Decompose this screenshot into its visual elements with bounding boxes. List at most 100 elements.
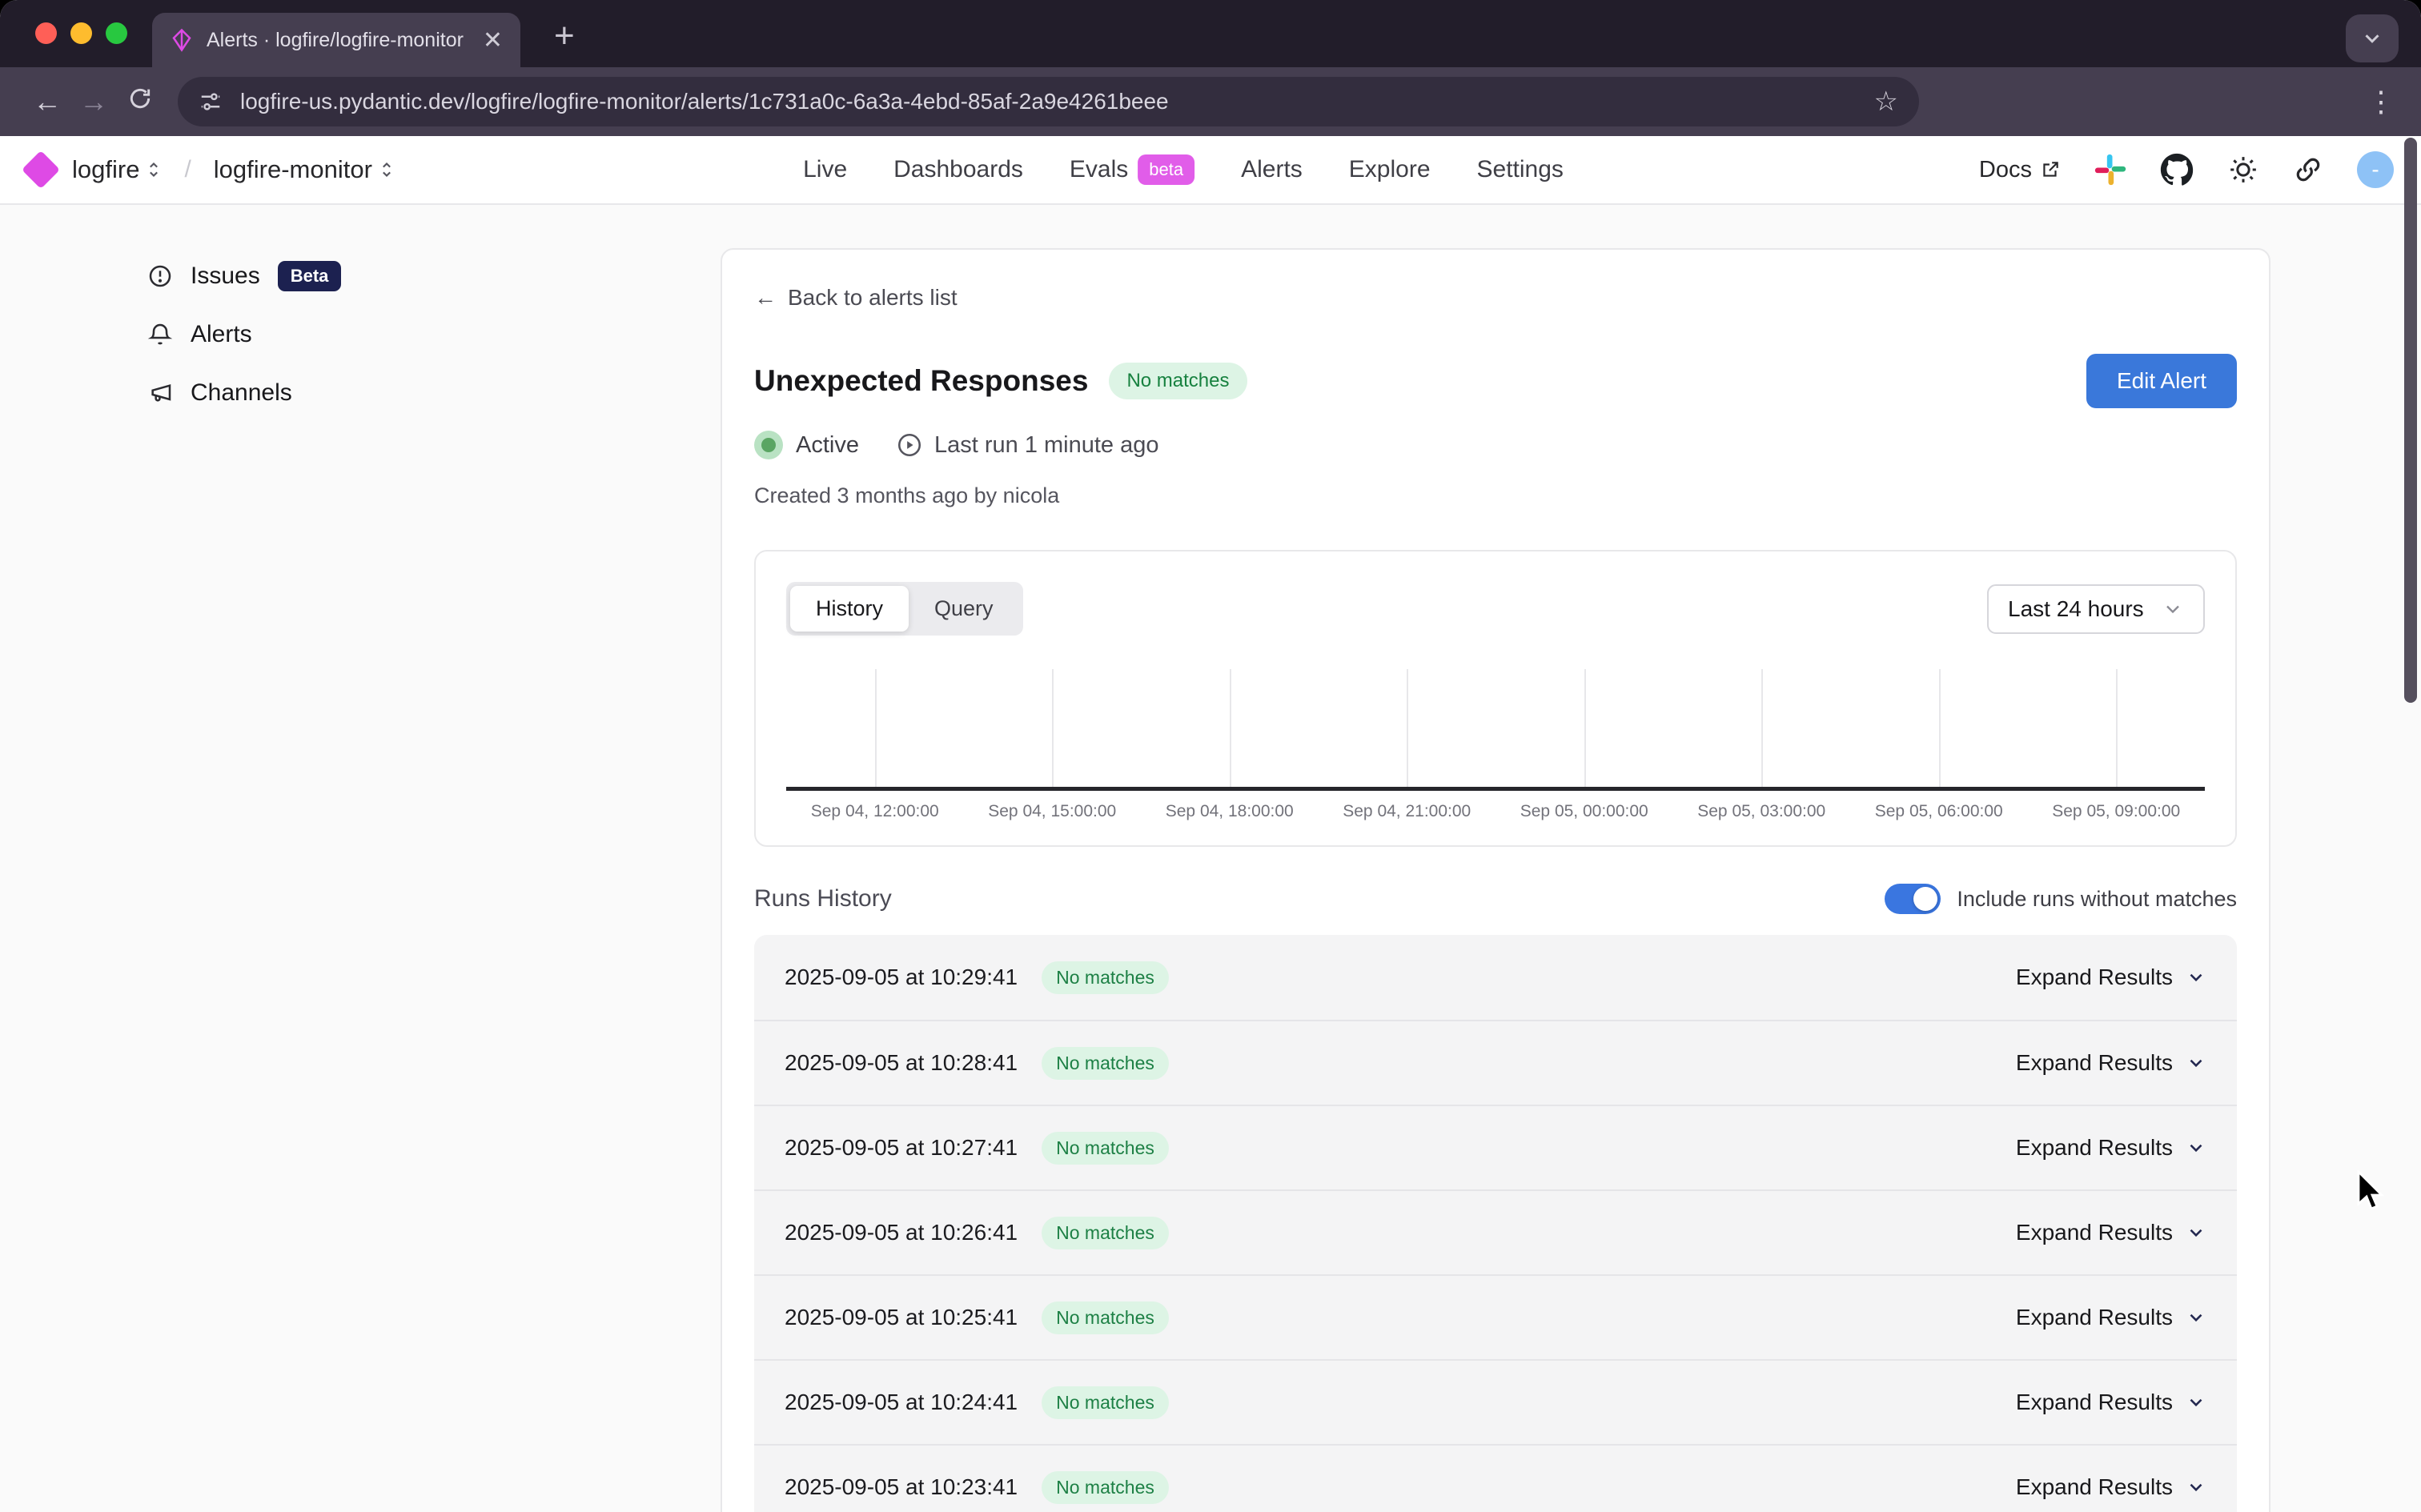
browser-tab[interactable]: Alerts · logfire/logfire-monitor ✕	[152, 13, 520, 67]
sidebar-item-issues[interactable]: Issues Beta	[147, 247, 721, 305]
mouse-cursor	[2355, 1170, 2387, 1215]
org-selector[interactable]: logfire	[72, 155, 162, 184]
theme-toggle-sun-icon[interactable]	[2227, 154, 2259, 186]
time-range-dropdown[interactable]: Last 24 hours	[1987, 584, 2205, 634]
expand-results-button[interactable]: Expand Results	[2016, 965, 2206, 990]
url-bar[interactable]: logfire-us.pydantic.dev/logfire/logfire-…	[178, 77, 1919, 126]
expand-results-button[interactable]: Expand Results	[2016, 1305, 2206, 1330]
github-icon[interactable]	[2160, 153, 2194, 186]
expand-results-button[interactable]: Expand Results	[2016, 1050, 2206, 1076]
gridline	[875, 669, 877, 787]
user-avatar[interactable]: -	[2357, 151, 2394, 188]
no-matches-badge: No matches	[1109, 363, 1247, 399]
nav-link-alerts[interactable]: Alerts	[1241, 156, 1303, 183]
runs-list: 2025-09-05 at 10:29:41 No matches Expand…	[754, 935, 2237, 1512]
run-no-matches-badge: No matches	[1042, 1217, 1169, 1249]
forward-button[interactable]: →	[70, 85, 117, 118]
zoom-window-button[interactable]	[106, 22, 127, 44]
run-timestamp: 2025-09-05 at 10:23:41	[785, 1474, 1018, 1500]
run-no-matches-badge: No matches	[1042, 1047, 1169, 1080]
run-row[interactable]: 2025-09-05 at 10:26:41 No matches Expand…	[754, 1189, 2237, 1274]
chart-tick	[786, 664, 964, 787]
expand-results-button[interactable]: Expand Results	[2016, 1474, 2206, 1500]
nav-link-evals-label: Evals	[1070, 156, 1128, 183]
gridline	[1052, 669, 1054, 787]
nav-link-dashboards[interactable]: Dashboards	[893, 156, 1023, 183]
axis-tick-label: Sep 05, 00:00:00	[1496, 802, 1673, 821]
close-window-button[interactable]	[35, 22, 57, 44]
project-selector[interactable]: logfire-monitor	[214, 155, 395, 184]
reload-icon	[127, 86, 153, 111]
bell-icon	[147, 322, 173, 347]
bookmark-star-icon[interactable]: ☆	[1874, 86, 1898, 118]
org-name: logfire	[72, 155, 139, 184]
created-by: Created 3 months ago by nicola	[754, 483, 2237, 508]
expand-results-label: Expand Results	[2016, 1220, 2173, 1245]
expand-results-label: Expand Results	[2016, 1050, 2173, 1076]
run-row[interactable]: 2025-09-05 at 10:29:41 No matches Expand…	[754, 935, 2237, 1020]
minimize-window-button[interactable]	[70, 22, 92, 44]
run-no-matches-badge: No matches	[1042, 961, 1169, 994]
issues-beta-badge: Beta	[278, 261, 342, 291]
edit-alert-button[interactable]: Edit Alert	[2086, 354, 2237, 408]
alert-title-row: Unexpected Responses No matches Edit Ale…	[754, 354, 2237, 408]
scrollbar-thumb[interactable]	[2404, 138, 2417, 703]
chevron-down-icon	[2186, 1392, 2206, 1413]
gridline	[1761, 669, 1763, 787]
tab-title: Alerts · logfire/logfire-monitor	[207, 29, 470, 52]
run-row[interactable]: 2025-09-05 at 10:25:41 No matches Expand…	[754, 1274, 2237, 1359]
runs-history-header: Runs History Include runs without matche…	[754, 884, 2237, 914]
chevron-down-icon	[2186, 1137, 2206, 1158]
share-link-icon[interactable]	[2293, 154, 2323, 185]
expand-results-label: Expand Results	[2016, 1390, 2173, 1415]
nav-link-evals[interactable]: Evals beta	[1070, 154, 1194, 185]
chart-tick	[1850, 664, 2028, 787]
run-row[interactable]: 2025-09-05 at 10:23:41 No matches Expand…	[754, 1444, 2237, 1512]
axis-tick-label: Sep 05, 06:00:00	[1850, 802, 2028, 821]
expand-results-button[interactable]: Expand Results	[2016, 1220, 2206, 1245]
axis-tick-label: Sep 04, 12:00:00	[786, 802, 964, 821]
nav-link-explore[interactable]: Explore	[1349, 156, 1431, 183]
tab-history[interactable]: History	[790, 586, 909, 632]
browser-menu-icon[interactable]: ⋮	[2367, 85, 2397, 118]
alert-detail-card: ← Back to alerts list Unexpected Respons…	[721, 248, 2270, 1512]
tab-query[interactable]: Query	[909, 586, 1019, 632]
app-nav: logfire / logfire-monitor Live Dashboard…	[0, 136, 2421, 205]
site-settings-icon[interactable]	[199, 90, 223, 114]
expand-results-button[interactable]: Expand Results	[2016, 1390, 2206, 1415]
run-timestamp: 2025-09-05 at 10:29:41	[785, 965, 1018, 990]
run-row[interactable]: 2025-09-05 at 10:24:41 No matches Expand…	[754, 1359, 2237, 1444]
include-runs-toggle[interactable]	[1885, 884, 1941, 914]
run-row[interactable]: 2025-09-05 at 10:27:41 No matches Expand…	[754, 1105, 2237, 1189]
sidebar-item-channels[interactable]: Channels	[147, 363, 721, 422]
back-to-alerts-link[interactable]: ← Back to alerts list	[754, 285, 2237, 311]
back-label: Back to alerts list	[788, 285, 958, 311]
sidebar-item-alerts[interactable]: Alerts	[147, 305, 721, 363]
nav-link-settings[interactable]: Settings	[1477, 156, 1564, 183]
toggle-knob	[1913, 887, 1937, 911]
tab-close-icon[interactable]: ✕	[483, 26, 503, 54]
axis-tick-label: Sep 04, 21:00:00	[1319, 802, 1496, 821]
run-no-matches-badge: No matches	[1042, 1471, 1169, 1504]
reload-button[interactable]	[117, 85, 163, 118]
tab-search-chevron-button[interactable]	[2346, 14, 2399, 62]
docs-link[interactable]: Docs	[1979, 157, 2061, 183]
nav-link-live[interactable]: Live	[803, 156, 847, 183]
run-row[interactable]: 2025-09-05 at 10:28:41 No matches Expand…	[754, 1020, 2237, 1105]
expand-results-button[interactable]: Expand Results	[2016, 1135, 2206, 1161]
history-query-tabs: History Query	[786, 582, 1023, 636]
slack-icon[interactable]	[2094, 154, 2126, 186]
run-timestamp: 2025-09-05 at 10:24:41	[785, 1390, 1018, 1415]
gridline	[1584, 669, 1586, 787]
run-no-matches-badge: No matches	[1042, 1386, 1169, 1419]
sidebar-item-label: Alerts	[191, 321, 252, 348]
back-button[interactable]: ←	[24, 85, 70, 118]
axis-tick-label: Sep 05, 03:00:00	[1673, 802, 1851, 821]
new-tab-button[interactable]: +	[554, 16, 575, 56]
evals-beta-badge: beta	[1138, 154, 1194, 185]
url-text[interactable]: logfire-us.pydantic.dev/logfire/logfire-…	[240, 89, 1857, 114]
browser-window: Alerts · logfire/logfire-monitor ✕ + ← →…	[0, 0, 2421, 1512]
sidebar-item-label: Issues	[191, 263, 260, 290]
alert-status-row: Active Last run 1 minute ago	[754, 431, 2237, 459]
breadcrumb-separator: /	[184, 156, 191, 183]
